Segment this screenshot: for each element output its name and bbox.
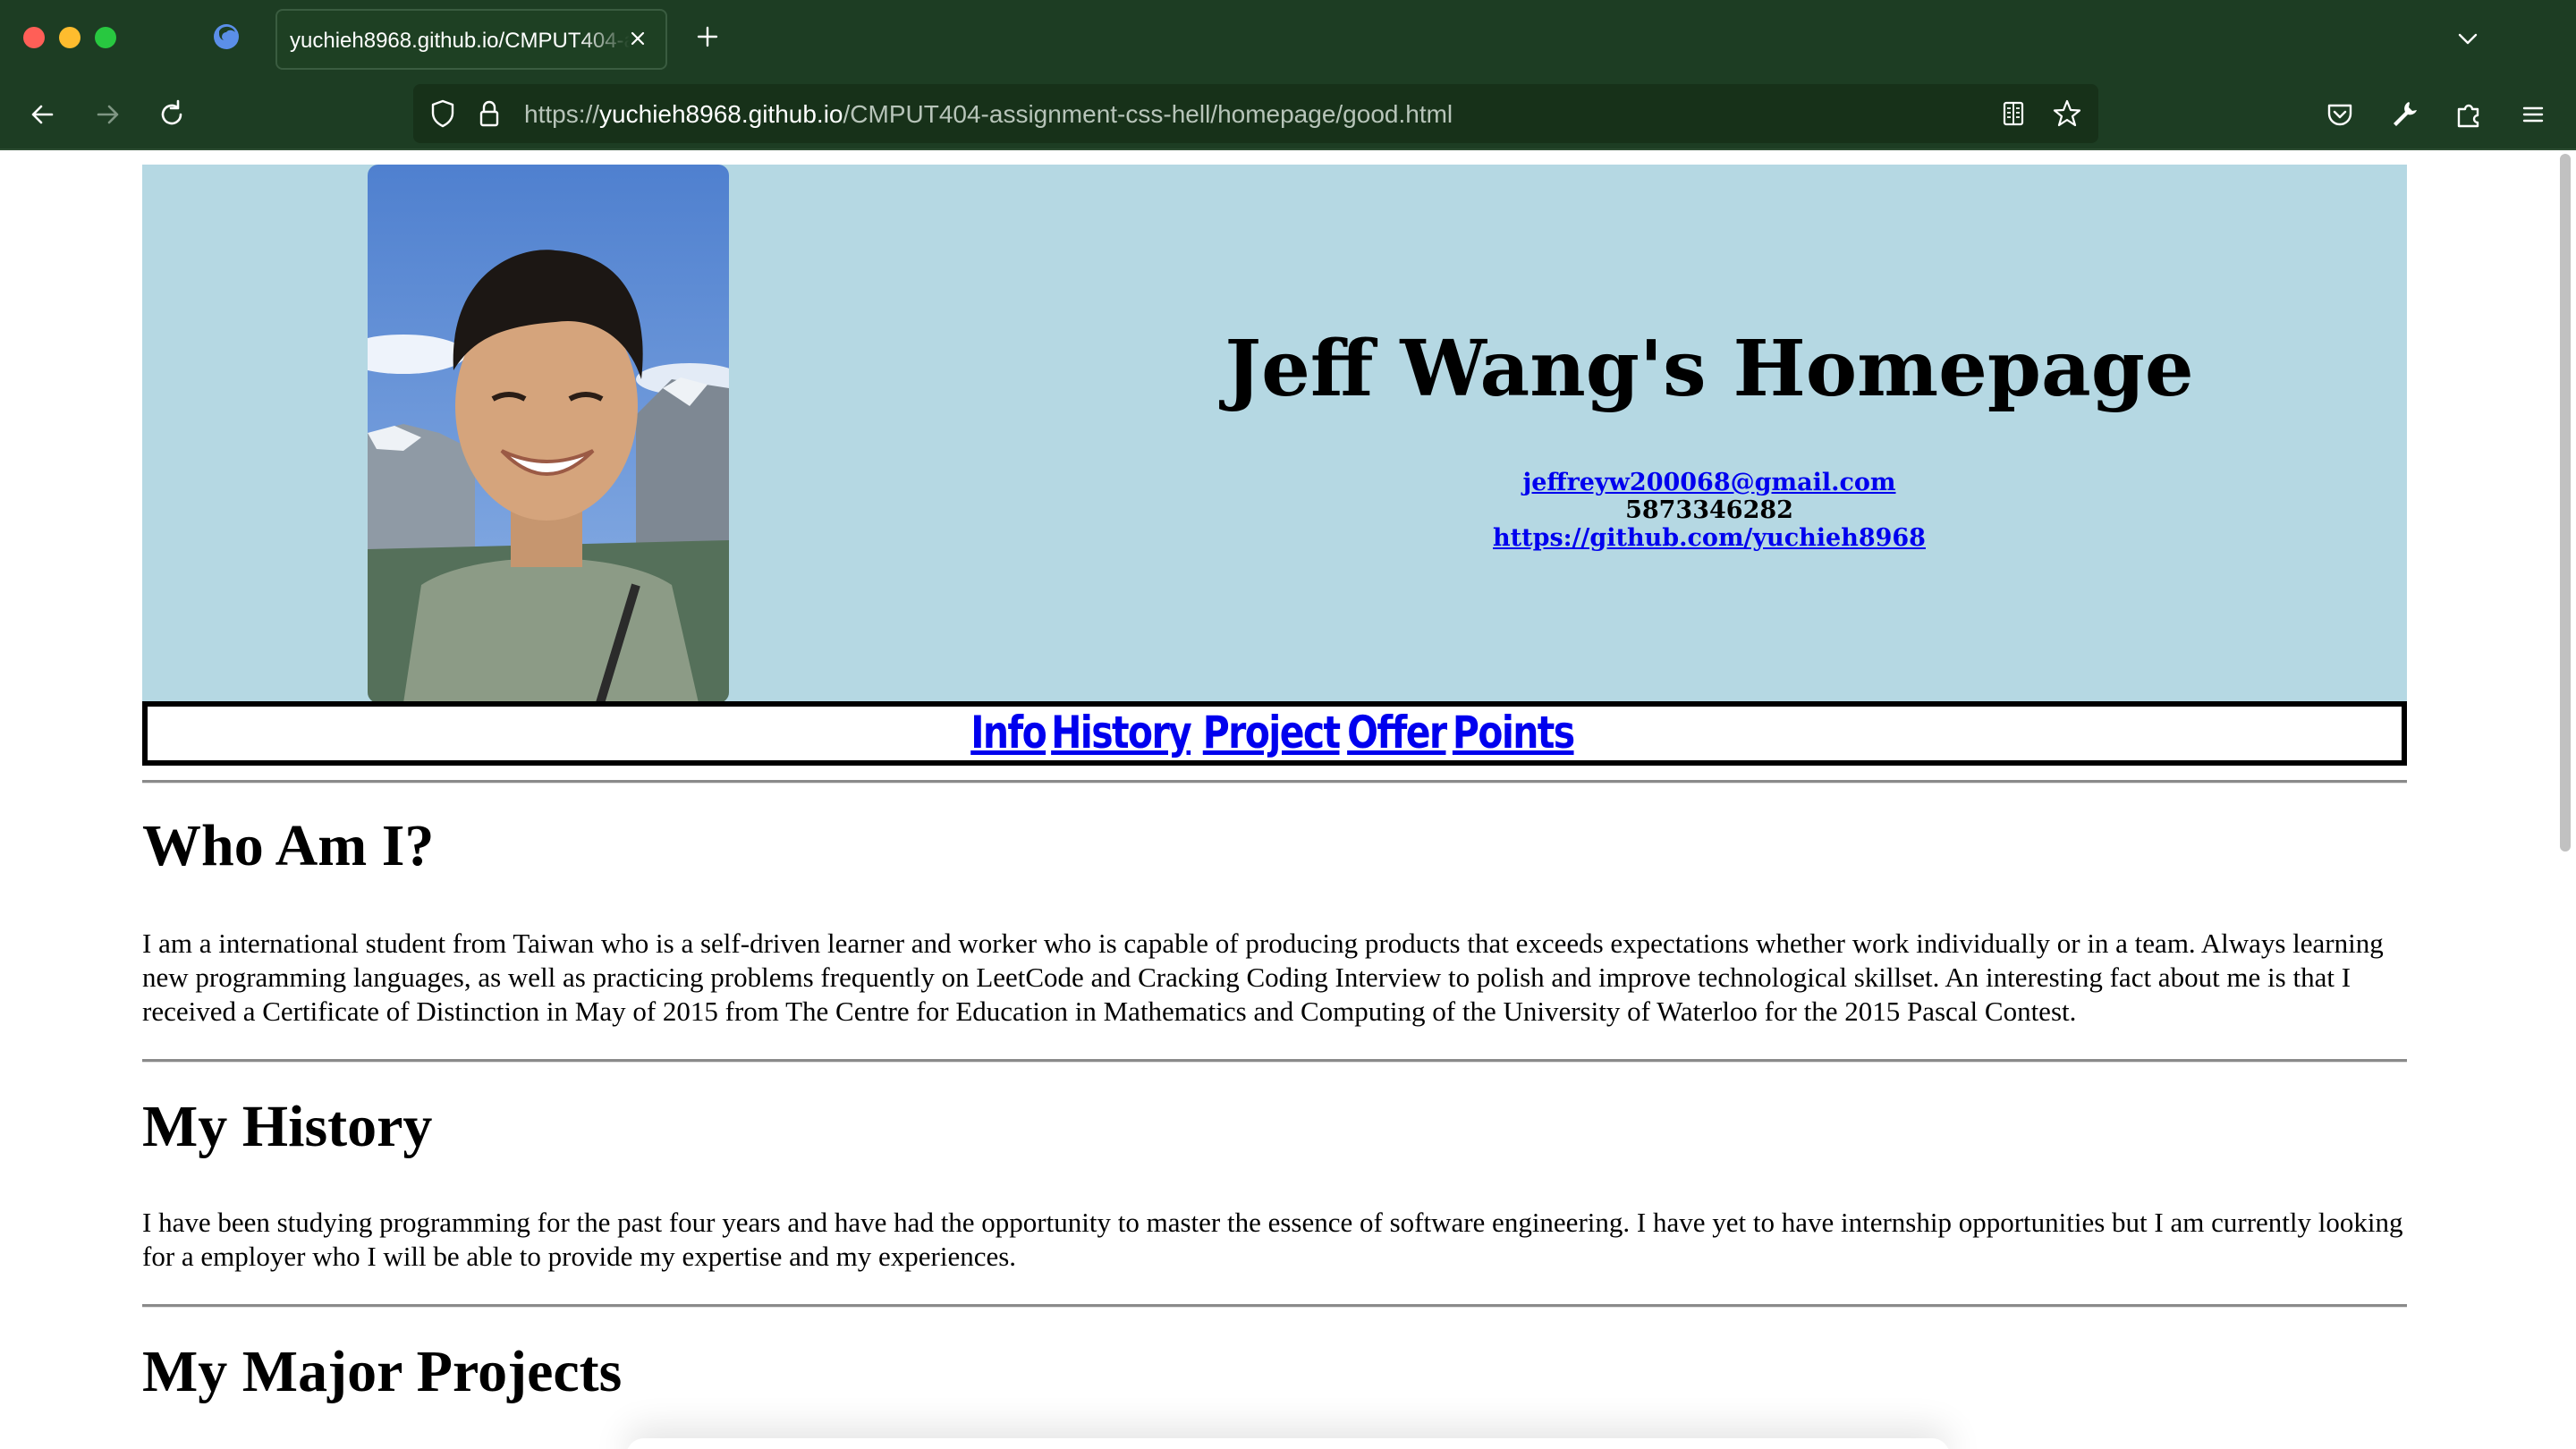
nav-link-project[interactable]: Project — [1203, 707, 1341, 758]
tab-title: yuchieh8968.github.io/CMPUT404-assignmen… — [290, 29, 630, 53]
zoom-window-button[interactable] — [95, 27, 116, 48]
section-divider — [142, 780, 2407, 784]
nav-link-info[interactable]: Info — [970, 707, 1047, 758]
star-icon[interactable] — [2050, 97, 2084, 131]
contact-info: jeffreyw200068@gmail.com 5873346282 http… — [840, 469, 2576, 552]
url-host: yuchieh8968.github.io — [599, 100, 843, 128]
close-window-button[interactable] — [23, 27, 45, 48]
phone-number: 5873346282 — [1625, 496, 1793, 524]
nav-link-points[interactable]: Points — [1453, 707, 1575, 758]
page-viewport[interactable]: Jeff Wang's Homepage jeffreyw200068@gmai… — [0, 150, 2576, 1449]
reader-view-icon[interactable] — [1996, 97, 2030, 131]
section-text-who: I am a international student from Taiwan… — [142, 928, 2384, 1027]
firefox-view-icon[interactable] — [211, 21, 242, 52]
url-path: /CMPUT404-assignment-css-hell/homepage/g… — [843, 100, 1453, 128]
section-divider — [142, 1304, 2407, 1308]
email-link[interactable]: jeffreyw200068@gmail.com — [1522, 469, 1895, 496]
url-text[interactable]: https://yuchieh8968.github.io/CMPUT404-a… — [524, 100, 1453, 129]
puzzle-icon[interactable] — [2451, 97, 2487, 132]
page-scrollbar[interactable] — [2560, 154, 2571, 852]
section-text-history: I have been studying programming for the… — [142, 1207, 2403, 1272]
browser-tab-bar: yuchieh8968.github.io/CMPUT404-assignmen… — [0, 0, 2576, 77]
page-title: Jeff Wang's Homepage — [1224, 324, 2194, 414]
hamburger-menu-icon[interactable] — [2515, 97, 2551, 132]
chevron-down-icon[interactable] — [2454, 25, 2481, 52]
nav-link-offer[interactable]: Offer — [1348, 707, 1448, 758]
arrow-left-icon[interactable] — [25, 97, 61, 132]
pocket-icon[interactable] — [2322, 97, 2358, 132]
profile-photo — [368, 165, 729, 703]
section-divider — [142, 1059, 2407, 1063]
github-link[interactable]: https://github.com/yuchieh8968 — [1493, 524, 1926, 552]
shield-icon[interactable] — [426, 97, 460, 131]
minimize-window-button[interactable] — [59, 27, 80, 48]
bottom-shadow — [626, 1438, 1950, 1449]
reload-icon[interactable] — [154, 97, 190, 132]
lock-icon[interactable] — [472, 97, 506, 131]
site-navigation: Info History Project Offer Points — [142, 701, 2407, 766]
arrow-right-icon[interactable] — [89, 97, 125, 132]
section-heading-history: My History — [142, 1094, 433, 1159]
browser-tab-active[interactable]: yuchieh8968.github.io/CMPUT404-assignmen… — [275, 9, 667, 70]
browser-toolbar: https://yuchieh8968.github.io/CMPUT404-a… — [0, 77, 2576, 150]
page-header: Jeff Wang's Homepage jeffreyw200068@gmai… — [142, 165, 2407, 703]
new-tab-icon[interactable] — [694, 23, 721, 50]
wrench-icon[interactable] — [2386, 97, 2422, 132]
address-bar[interactable]: https://yuchieh8968.github.io/CMPUT404-a… — [413, 84, 2098, 143]
nav-link-history[interactable]: History — [1051, 707, 1192, 758]
url-scheme: https:// — [524, 100, 600, 128]
section-heading-projects: My Major Projects — [142, 1339, 623, 1404]
section-heading-who: Who Am I? — [142, 813, 435, 878]
close-tab-icon[interactable] — [624, 25, 651, 52]
